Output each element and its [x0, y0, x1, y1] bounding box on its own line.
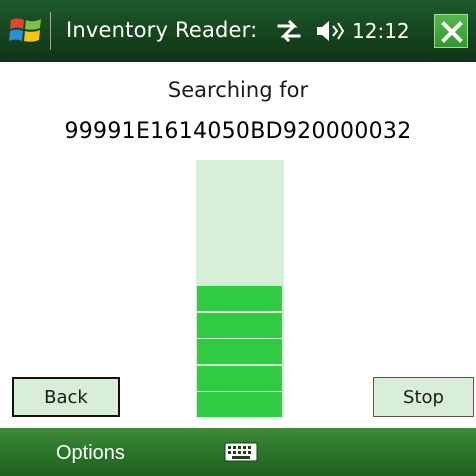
- signal-meter-segment: [197, 339, 282, 364]
- tag-id: 99991E1614050BD920000032: [64, 119, 412, 144]
- stop-button[interactable]: Stop: [373, 377, 474, 417]
- windows-start-icon[interactable]: [8, 14, 44, 48]
- keyboard-icon[interactable]: [224, 442, 258, 462]
- signal-meter-segment: [197, 392, 282, 417]
- signal-meter-segment: [197, 286, 282, 311]
- signal-meter-segment: [197, 365, 282, 391]
- app-title: Inventory Reader:: [66, 18, 258, 42]
- volume-icon[interactable]: [315, 18, 345, 44]
- searching-label: Searching for: [167, 78, 309, 102]
- close-button[interactable]: [434, 14, 468, 48]
- connectivity-icon[interactable]: [275, 17, 303, 45]
- title-bar: Inventory Reader: 12:12: [0, 0, 476, 62]
- clock[interactable]: 12:12: [352, 18, 410, 44]
- signal-meter-segment: [197, 312, 282, 338]
- close-icon: [441, 21, 463, 43]
- back-button[interactable]: Back: [12, 377, 120, 417]
- signal-strength-meter: [196, 160, 284, 418]
- options-softkey[interactable]: Options: [56, 441, 125, 465]
- screen: Inventory Reader: 12:12 Searching for 99…: [0, 0, 476, 476]
- title-separator: [50, 12, 51, 50]
- softkey-bar: Options: [0, 428, 476, 476]
